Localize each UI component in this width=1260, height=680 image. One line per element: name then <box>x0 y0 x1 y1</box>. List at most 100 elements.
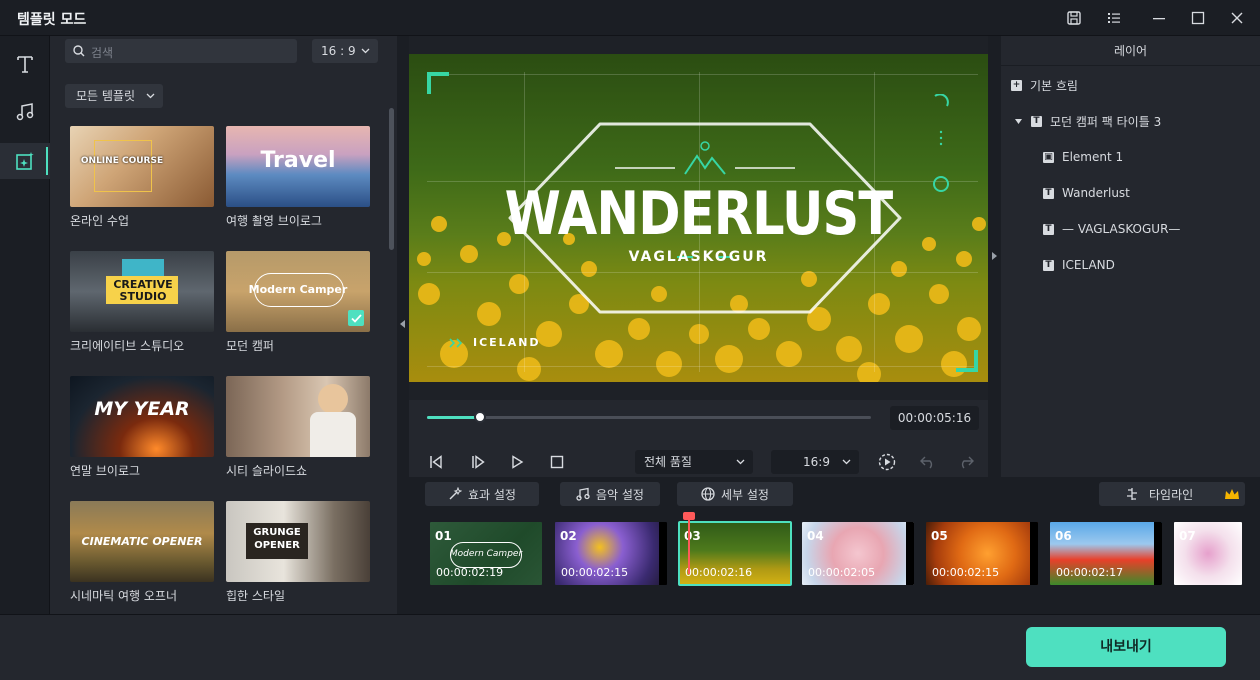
clip-duration: 00:00:02:15 <box>561 566 629 579</box>
stop-icon[interactable] <box>544 450 570 474</box>
progress-knob[interactable] <box>474 411 487 423</box>
template-card-online-course[interactable]: ONLINE COURSE 온라인 수업 <box>70 126 214 228</box>
thumb-person <box>318 384 348 414</box>
timeline-label: 타임라인 <box>1149 487 1194 502</box>
layer-label: Wanderlust <box>1062 186 1130 200</box>
template-card-modern-camper[interactable]: Modern Camper 모던 캠퍼 <box>226 251 370 353</box>
clip-thumbnail[interactable]: 02 00:00:02:15 <box>555 522 667 585</box>
layer-item-group[interactable]: T 모던 캠퍼 팩 타이틀 3 <box>1015 112 1161 130</box>
clip-thumbnail[interactable]: Modern Camper 01 00:00:02:19 <box>430 522 542 585</box>
clip-number: 07 <box>1179 529 1196 543</box>
deco-element-icon <box>933 94 949 192</box>
collapse-left-strip[interactable] <box>397 36 409 614</box>
template-card-grunge-opener[interactable]: GRUNGE OPENER 힙한 스타일 <box>226 501 370 603</box>
collapse-right-strip[interactable] <box>988 36 1001 477</box>
template-filter-dropdown[interactable]: 모든 템플릿 <box>65 84 164 108</box>
layer-item[interactable]: T ICELAND <box>1043 256 1115 274</box>
prev-frame-icon[interactable] <box>423 450 449 474</box>
layers-panel: 레이어 + 기본 흐림 T 모던 캠퍼 팩 타이틀 3 ▣ Element 1 … <box>1001 36 1260 477</box>
layer-item[interactable]: T Wanderlust <box>1043 184 1130 202</box>
layer-item[interactable]: T — VAGLASKOGUR— <box>1043 220 1180 238</box>
guide-line <box>427 366 978 367</box>
guide-line <box>427 74 978 75</box>
layer-item[interactable]: ▣ Element 1 <box>1043 148 1123 166</box>
effects-settings-button[interactable]: 효과 설정 <box>425 482 539 506</box>
preview-tag-text: ICELAND <box>473 336 541 349</box>
music-settings-button[interactable]: 음악 설정 <box>560 482 660 506</box>
template-filter-value: 모든 템플릿 <box>76 89 136 103</box>
playback-controls: 00:00:05:16 전체 품질 16:9 <box>409 400 988 477</box>
template-thumbnail: ONLINE COURSE <box>70 126 214 207</box>
progress-track[interactable] <box>427 411 871 423</box>
clip-thumbnail[interactable]: 04 00:00:02:05 <box>802 522 914 585</box>
clip-thumbnail[interactable]: 06 00:00:02:17 <box>1050 522 1162 585</box>
minimize-icon[interactable] <box>1146 6 1172 30</box>
template-card-creative-studio[interactable]: CREATIVE STUDIO 크리에이티브 스튜디오 <box>70 251 214 353</box>
selected-check-icon <box>348 310 364 326</box>
close-icon[interactable] <box>1224 6 1250 30</box>
maximize-icon[interactable] <box>1185 6 1211 30</box>
timeline-button[interactable]: 타임라인 <box>1099 482 1245 506</box>
clip-duration: 00:00:02:05 <box>808 566 876 579</box>
template-label: 온라인 수업 <box>70 214 130 228</box>
settings-toolbar: 효과 설정 음악 설정 세부 설정 타임라인 <box>409 477 1260 512</box>
text-tool-icon[interactable] <box>0 46 50 82</box>
template-thumbnail: Modern Camper <box>226 251 370 332</box>
preview-video[interactable]: WANDERLUST VAGLASKOGUR ICELAND <box>409 54 988 382</box>
chevron-down-icon <box>361 48 370 54</box>
ratio-select[interactable]: 16 : 9 <box>312 39 378 63</box>
clip-number: 02 <box>560 529 577 543</box>
menu-list-icon[interactable] <box>1101 6 1127 30</box>
template-label: 크리에이티브 스튜디오 <box>70 339 185 353</box>
clip-strip: Modern Camper 01 00:00:02:19 02 00:00:02… <box>409 512 1260 614</box>
layer-item[interactable]: + 기본 흐림 <box>1011 76 1078 94</box>
preview-render-icon[interactable] <box>874 450 900 474</box>
left-tool-bar <box>0 36 50 614</box>
detail-settings-button[interactable]: 세부 설정 <box>677 482 793 506</box>
next-frame-icon[interactable] <box>465 450 491 474</box>
search-input[interactable]: 검색 <box>65 39 297 63</box>
save-icon[interactable] <box>1061 6 1087 30</box>
clip-number: 01 <box>435 529 452 543</box>
ratio-dropdown[interactable]: 16:9 <box>771 450 859 474</box>
globe-icon <box>701 487 715 501</box>
magic-wand-icon <box>449 487 462 500</box>
clip-thumbnail[interactable]: 07 <box>1174 522 1242 585</box>
thumb-frame <box>94 140 152 192</box>
undo-icon[interactable] <box>915 450 941 474</box>
template-thumbnail: GRUNGE OPENER <box>226 501 370 582</box>
template-label: 시네마틱 여행 오프너 <box>70 589 177 603</box>
clip-duration: 00:00:02:15 <box>932 566 1000 579</box>
play-icon[interactable] <box>504 450 530 474</box>
template-thumbnail: CREATIVE STUDIO <box>70 251 214 332</box>
template-card-cinematic-opener[interactable]: CINEMATIC OPENER 시네마틱 여행 오프너 <box>70 501 214 603</box>
text-layer-icon: T <box>1043 223 1054 235</box>
clip-duration: 00:00:02:17 <box>1056 566 1124 579</box>
chevron-down-icon <box>842 459 851 465</box>
template-card-my-year[interactable]: MY YEAR 연말 브이로그 <box>70 376 214 478</box>
footer-bar: 내보내기 <box>0 614 1260 680</box>
frame-corner <box>956 350 978 372</box>
clip-thumbnail-selected[interactable]: 03 00:00:02:16 <box>678 521 792 586</box>
ratio-value: 16:9 <box>803 455 830 469</box>
export-button[interactable]: 내보내기 <box>1026 627 1226 667</box>
clip-number: 06 <box>1055 529 1072 543</box>
template-tool-icon[interactable] <box>0 143 50 179</box>
template-card-travel[interactable]: Travel 여행 촬영 브이로그 <box>226 126 370 228</box>
redo-icon[interactable] <box>953 450 979 474</box>
layer-label: 기본 흐림 <box>1030 78 1078 93</box>
music-tool-icon[interactable] <box>0 94 50 130</box>
double-chevron-icon <box>449 338 463 348</box>
quality-dropdown[interactable]: 전체 품질 <box>635 450 753 474</box>
preview-title-text: WANDERLUST <box>504 179 894 249</box>
clip-thumbnail[interactable]: 05 00:00:02:15 <box>926 522 1038 585</box>
template-label: 모던 캠퍼 <box>226 339 274 353</box>
template-thumb-text: Travel <box>260 148 336 173</box>
window-title: 템플릿 모드 <box>17 12 87 28</box>
template-thumbnail: Travel <box>226 126 370 207</box>
thumb-body <box>310 412 356 457</box>
template-card-city-slideshow[interactable]: 시티 슬라이드쇼 <box>226 376 370 478</box>
layer-label: ICELAND <box>1062 258 1115 272</box>
playhead[interactable] <box>683 512 695 574</box>
template-scrollbar[interactable] <box>389 108 394 250</box>
